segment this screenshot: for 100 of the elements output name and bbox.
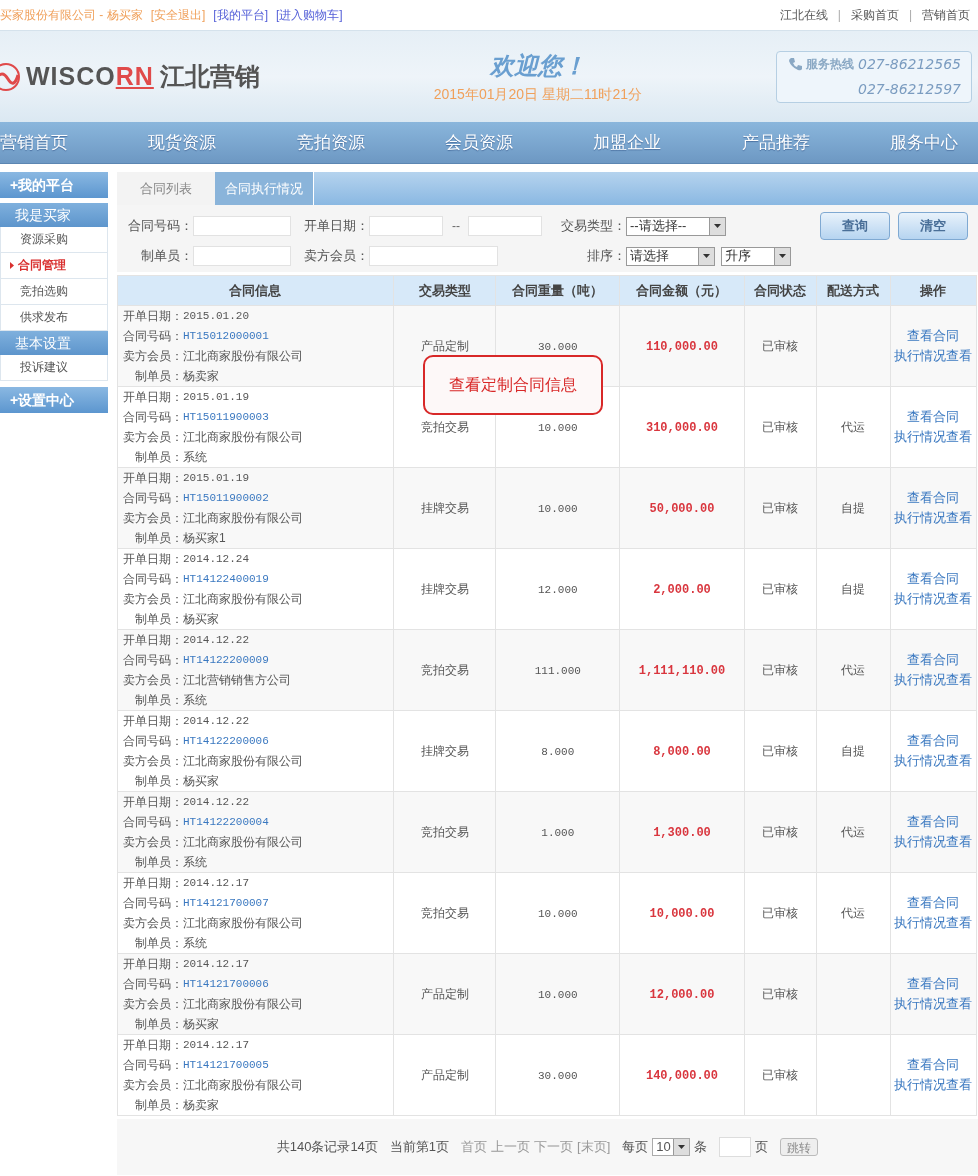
nav-link[interactable]: 竞拍资源 bbox=[296, 122, 365, 163]
action-link[interactable]: 执行情况查看 bbox=[894, 672, 973, 688]
jump-button[interactable]: 跳转 bbox=[780, 1138, 819, 1156]
field-label: 合同号码： bbox=[123, 814, 183, 830]
field-label: 开单日期： bbox=[123, 551, 183, 567]
top-link[interactable]: 营销首页 bbox=[922, 6, 970, 24]
action-link[interactable]: 查看合同 bbox=[907, 652, 960, 668]
action-link[interactable]: 执行情况查看 bbox=[894, 429, 973, 445]
status-text: 已审核 bbox=[762, 582, 799, 596]
action-button[interactable]: 查询 bbox=[820, 212, 890, 240]
triangle-icon bbox=[10, 262, 14, 269]
top-link[interactable]: [我的平台] bbox=[213, 6, 268, 24]
nav-link[interactable]: 产品推荐 bbox=[741, 122, 810, 163]
seller-name: 江北商家股份有限公司 bbox=[183, 348, 303, 364]
top-link[interactable]: 采购首页 bbox=[850, 6, 899, 24]
status-text: 已审核 bbox=[762, 825, 799, 839]
action-link[interactable]: 执行情况查看 bbox=[894, 348, 973, 364]
sidebar-item[interactable]: 合同管理 bbox=[0, 253, 108, 279]
page-link[interactable]: 首页 bbox=[461, 1139, 488, 1155]
action-link[interactable]: 执行情况查看 bbox=[894, 753, 973, 769]
date-value: 2014.12.17 bbox=[183, 957, 249, 972]
action-link[interactable]: 查看合同 bbox=[907, 895, 960, 911]
action-link[interactable]: 执行情况查看 bbox=[894, 996, 973, 1012]
field-label: 排序： bbox=[586, 247, 626, 265]
date-value: 2015.01.20 bbox=[183, 309, 249, 324]
field-label: 条 bbox=[694, 1139, 708, 1155]
weight-value: 12.000 bbox=[538, 583, 578, 596]
action-link[interactable]: 查看合同 bbox=[907, 814, 960, 830]
field-label: 合同号码： bbox=[123, 409, 183, 425]
contract-link[interactable]: HT15012000001 bbox=[183, 328, 269, 344]
contract-link[interactable]: HT14121700006 bbox=[183, 976, 269, 992]
creator-name: 系统 bbox=[183, 854, 207, 870]
dropdown-arrow-icon bbox=[678, 1145, 686, 1149]
dropdown[interactable]: 请选择 bbox=[626, 246, 715, 266]
action-link[interactable]: 查看合同 bbox=[907, 409, 960, 425]
action-link[interactable]: 查看合同 bbox=[907, 571, 960, 587]
sidebar-header[interactable]: +设置中心 bbox=[0, 387, 108, 413]
amount-value: 110,000.00 bbox=[645, 339, 718, 354]
nav-link[interactable]: 营销首页 bbox=[0, 122, 68, 163]
sidebar-item[interactable]: 竞拍选购 bbox=[0, 279, 108, 305]
contract-link[interactable]: HT14122400019 bbox=[183, 571, 269, 587]
field-label: 开单日期： bbox=[123, 389, 183, 405]
field-label: 开单日期： bbox=[123, 713, 183, 729]
text-field[interactable] bbox=[193, 246, 291, 266]
field-label: 合同号码： bbox=[123, 976, 183, 992]
range-separator: -- bbox=[451, 219, 461, 233]
top-link[interactable]: 江北在线 bbox=[779, 6, 828, 24]
nav-link[interactable]: 会员资源 bbox=[445, 122, 513, 163]
sidebar-section[interactable]: 基本设置 bbox=[0, 331, 108, 355]
nav-link[interactable]: 服务中心 bbox=[889, 122, 958, 163]
action-link[interactable]: 查看合同 bbox=[907, 490, 960, 506]
contract-link[interactable]: HT14122200004 bbox=[183, 814, 269, 830]
action-link[interactable]: 执行情况查看 bbox=[894, 915, 973, 931]
action-link[interactable]: 执行情况查看 bbox=[894, 834, 973, 850]
creator-name: 杨买家1 bbox=[183, 530, 226, 546]
creator-name: 杨买家 bbox=[183, 773, 219, 789]
text-field[interactable] bbox=[369, 246, 498, 266]
action-link[interactable]: 查看合同 bbox=[907, 976, 960, 992]
contract-link[interactable]: HT14121700005 bbox=[183, 1057, 269, 1073]
date-time: 2015年01月20日 星期二11时21分 bbox=[433, 85, 643, 104]
dropdown[interactable]: --请选择-- bbox=[626, 216, 726, 236]
status-text: 已审核 bbox=[762, 906, 799, 920]
contract-link[interactable]: HT14122200009 bbox=[183, 652, 269, 668]
action-link[interactable]: 查看合同 bbox=[907, 733, 960, 749]
contract-link[interactable]: HT15011900003 bbox=[183, 409, 269, 425]
action-link[interactable]: 执行情况查看 bbox=[894, 591, 973, 607]
action-link[interactable]: 执行情况查看 bbox=[894, 1077, 973, 1093]
dropdown[interactable]: 升序 bbox=[721, 246, 791, 266]
text-field[interactable] bbox=[369, 216, 443, 236]
sidebar-item[interactable]: 资源采购 bbox=[0, 227, 108, 253]
action-link[interactable]: 查看合同 bbox=[907, 1057, 960, 1073]
column-header: 合同状态 bbox=[744, 275, 817, 306]
sidebar-item[interactable]: 投诉建议 bbox=[0, 355, 108, 381]
contract-link[interactable]: HT14122200006 bbox=[183, 733, 269, 749]
action-link[interactable]: 查看合同 bbox=[907, 328, 960, 344]
page-link[interactable]: [末页] bbox=[577, 1139, 611, 1155]
nav-link[interactable]: 加盟企业 bbox=[593, 122, 662, 163]
page-size-dropdown[interactable]: 10 bbox=[652, 1138, 691, 1156]
text-field[interactable] bbox=[468, 216, 542, 236]
top-link[interactable]: [进入购物车] bbox=[276, 6, 343, 24]
seller-name: 江北商家股份有限公司 bbox=[183, 510, 303, 526]
contract-link[interactable]: HT14121700007 bbox=[183, 895, 269, 911]
sidebar-header[interactable]: +我的平台 bbox=[0, 172, 108, 198]
seller-name: 江北商家股份有限公司 bbox=[183, 591, 303, 607]
action-button[interactable]: 清空 bbox=[898, 212, 968, 240]
date-value: 2014.12.17 bbox=[183, 876, 249, 891]
column-header: 合同信息 bbox=[117, 275, 394, 306]
status-text: 已审核 bbox=[762, 339, 799, 353]
tab[interactable]: 合同列表 bbox=[117, 172, 215, 205]
action-link[interactable]: 执行情况查看 bbox=[894, 510, 973, 526]
nav-link[interactable]: 现货资源 bbox=[148, 122, 217, 163]
contract-link[interactable]: HT15011900002 bbox=[183, 490, 269, 506]
text-field[interactable] bbox=[193, 216, 291, 236]
amount-value: 50,000.00 bbox=[649, 501, 715, 516]
field-label: 开单日期： bbox=[123, 470, 183, 486]
weight-value: 30.000 bbox=[538, 340, 578, 353]
sidebar-section[interactable]: 我是买家 bbox=[0, 203, 108, 227]
page-input[interactable] bbox=[719, 1137, 752, 1157]
separator: | bbox=[837, 8, 841, 22]
field-label: 合同号码： bbox=[123, 895, 183, 911]
